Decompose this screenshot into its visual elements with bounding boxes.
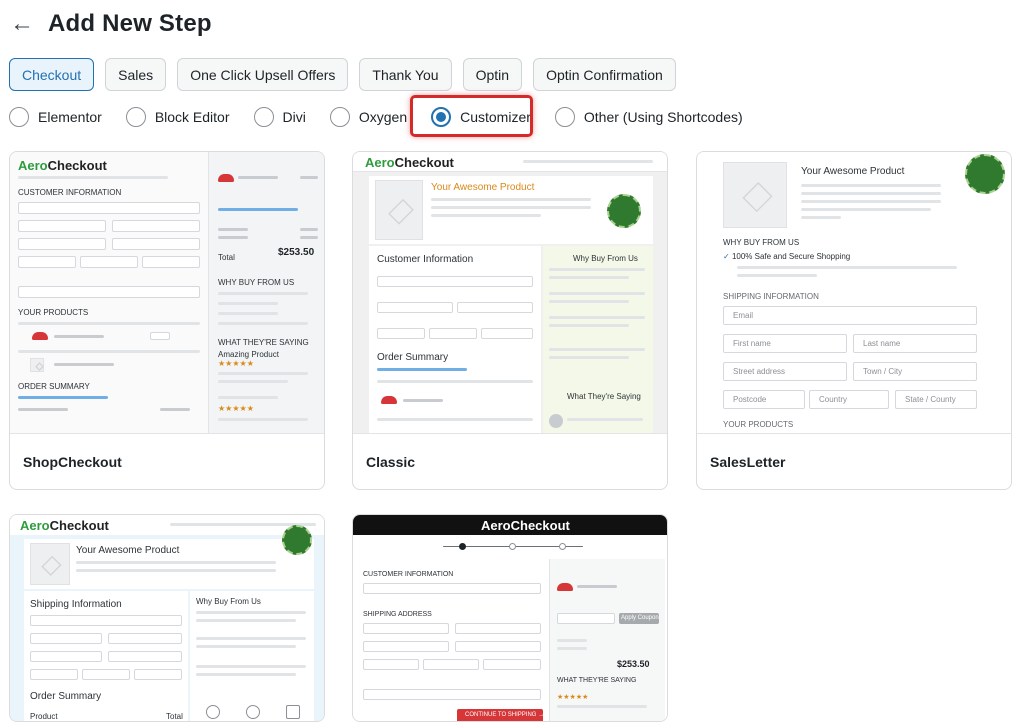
preview-safe: ✓ 100% Safe and Secure Shopping [723,252,851,261]
preview-total: $253.50 [278,247,315,258]
preview-total-label: Total [218,253,235,262]
radio-elementor[interactable]: Elementor [9,104,102,130]
radio-oxygen[interactable]: Oxygen [329,104,408,130]
radio-circle[interactable] [253,107,274,127]
preview-order-summary: Order Summary [377,352,449,363]
preview-section-title: YOUR PRODUCTS [18,308,89,317]
preview-why-buy: Why Buy From Us [196,597,261,606]
preview-customer-info: Customer Information [377,254,474,265]
preview-why-buy: WHY BUY FROM US [218,278,295,287]
preview-product-title: Your Awesome Product [431,182,535,193]
tab-sales[interactable]: Sales [105,58,167,91]
apply-coupon-button: Apply Coupon [621,615,659,621]
arrow-left-icon[interactable]: ← [10,12,34,36]
preview-shipping-info: Shipping Information [30,599,122,610]
preview-why-buy: WHY BUY FROM US [723,238,800,247]
tab-one-click-upsell-offers[interactable]: One Click Upsell Offers [177,58,349,91]
template-name: ShopCheckout [23,453,122,470]
template-name: SalesLetter [710,453,786,470]
template-preview: AeroCheckout Your Awesome Product Shippi… [10,515,324,721]
radio-circle[interactable] [329,107,350,127]
radio-label: Customizer [460,109,531,125]
template-card-5[interactable]: AeroCheckout CUSTOMER INFORMATION SHIPPI… [352,514,668,722]
continue-to-shipping-button: CONTINUE TO SHIPPING → [465,712,545,718]
preview-logo: AeroCheckout [365,155,454,170]
radio-label: Block Editor [154,109,230,125]
radio-label: Elementor [38,109,102,125]
radio-label: Other (Using Shortcodes) [583,109,743,125]
tab-checkout[interactable]: Checkout [9,58,95,91]
radio-label: Oxygen [358,109,408,125]
template-preview: Your Awesome Product WHY BUY FROM US ✓ 1… [697,152,1011,434]
preview-section-title: CUSTOMER INFORMATION [18,188,122,197]
radio-label: Divi [282,109,306,125]
preview-review: Amazing Product [218,350,279,359]
template-preview: AeroCheckout CUSTOMER INFORMATION YOUR P… [10,152,324,434]
preview-product-title: Your Awesome Product [801,166,905,177]
radio-circle[interactable] [554,107,575,127]
template-preview: AeroCheckout Your Awesome Product Custom… [353,152,667,434]
radio-circle[interactable] [125,107,146,127]
preview-product-title: Your Awesome Product [76,545,180,556]
template-card-shopcheckout[interactable]: AeroCheckout CUSTOMER INFORMATION YOUR P… [9,151,325,490]
builder-radio-group: Elementor Block Editor Divi Oxygen Custo… [9,104,767,130]
radio-circle[interactable] [9,107,29,127]
preview-logo: AeroCheckout [20,518,109,533]
preview-shipping-address: SHIPPING ADDRESS [363,611,432,618]
template-preview: AeroCheckout CUSTOMER INFORMATION SHIPPI… [353,515,667,721]
step-type-tabs: Checkout Sales One Click Upsell Offers T… [9,58,676,91]
tab-optin[interactable]: Optin [462,58,523,91]
preview-saying: What They're Saying [567,392,641,401]
template-name: Classic [366,453,416,470]
preview-logo: AeroCheckout [18,158,107,173]
preview-logo: AeroCheckout [481,518,570,533]
radio-block-editor[interactable]: Block Editor [125,104,230,130]
tab-thank-you[interactable]: Thank You [359,58,452,91]
page-title: Add New Step [48,10,212,37]
preview-why-buy: Why Buy From Us [573,254,638,263]
preview-saying: WHAT THEY'RE SAYING [218,338,309,347]
tab-optin-confirmation[interactable]: Optin Confirmation [533,58,676,91]
preview-your-products: YOUR PRODUCTS [723,420,794,429]
preview-stars: ★★★★★ [218,359,254,368]
preview-saying: WHAT THEY'RE SAYING [557,677,637,684]
page-header: ← Add New Step [10,8,212,40]
template-card-classic[interactable]: AeroCheckout Your Awesome Product Custom… [352,151,668,490]
radio-customizer[interactable]: Customizer [431,104,531,130]
template-card-4[interactable]: AeroCheckout Your Awesome Product Shippi… [9,514,325,722]
template-card-salesletter[interactable]: Your Awesome Product WHY BUY FROM US ✓ 1… [696,151,1012,490]
radio-divi[interactable]: Divi [253,104,306,130]
preview-total: $253.50 [617,659,650,669]
radio-other-shortcodes[interactable]: Other (Using Shortcodes) [554,104,743,130]
preview-order-summary: Order Summary [30,691,102,702]
preview-customer-info: CUSTOMER INFORMATION [363,571,454,578]
preview-section-title: ORDER SUMMARY [18,382,90,391]
preview-shipping: SHIPPING INFORMATION [723,292,819,301]
radio-circle-selected[interactable] [431,107,452,127]
